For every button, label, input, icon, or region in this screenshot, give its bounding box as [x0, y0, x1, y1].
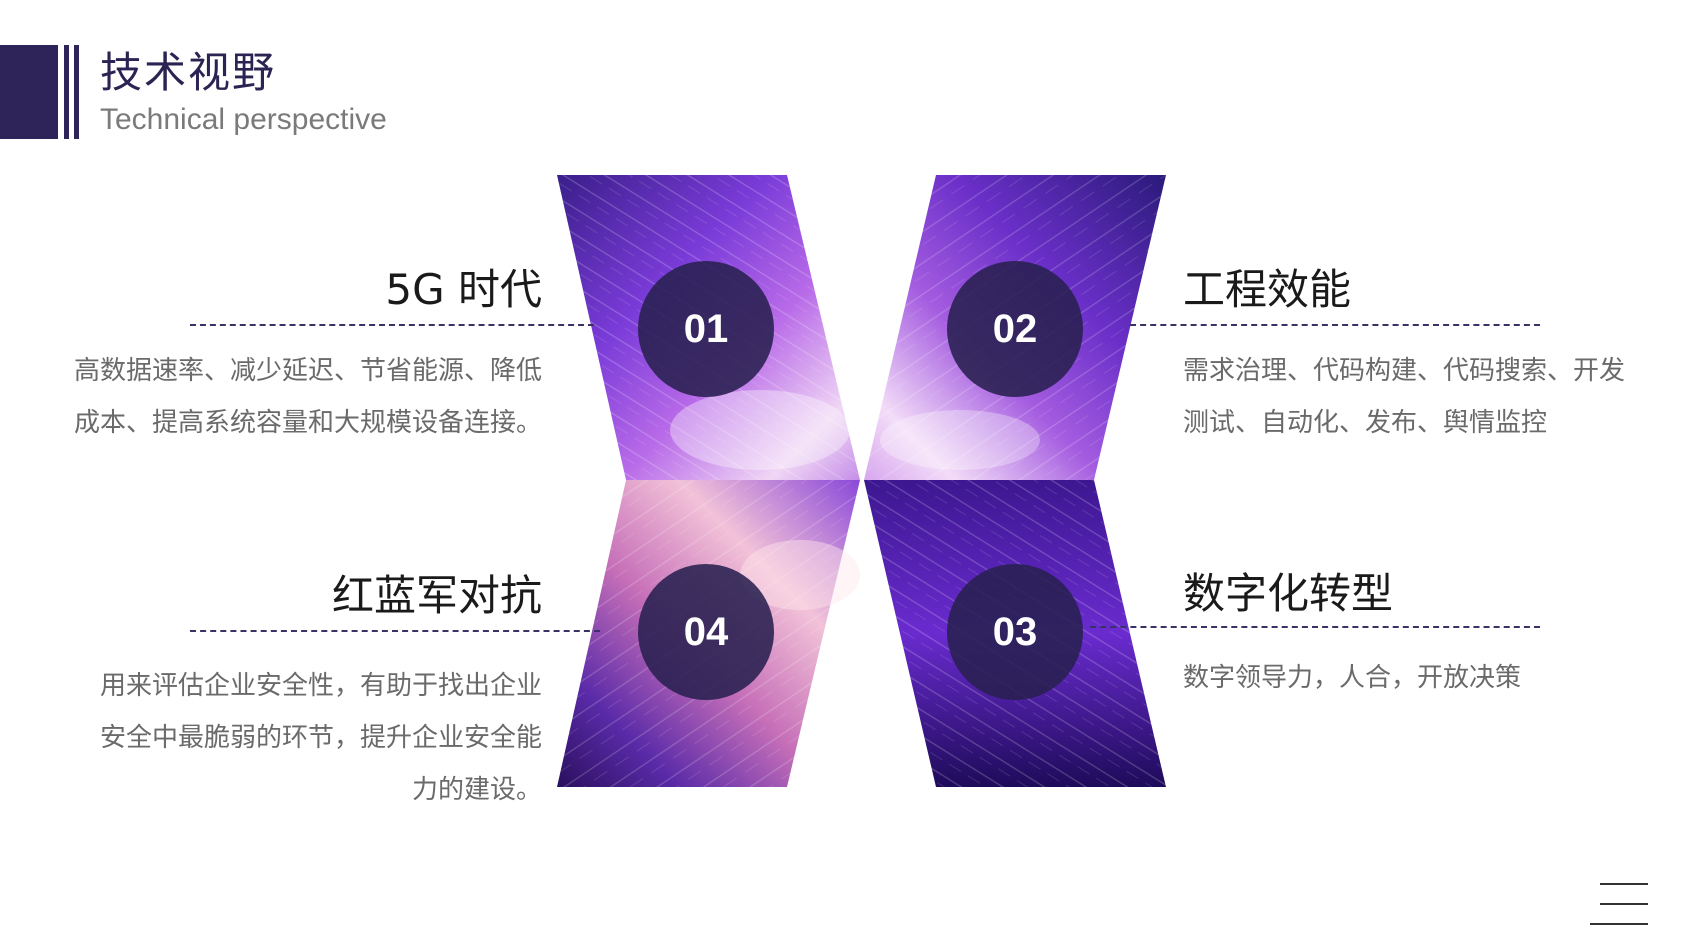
number-circle-03: 03	[947, 564, 1083, 700]
divider	[190, 324, 594, 326]
divider	[190, 630, 600, 632]
item-title-digital: 数字化转型	[1183, 569, 1394, 618]
number-circle-04: 04	[638, 564, 774, 700]
divider	[1090, 626, 1540, 628]
item-desc-redblue: 用来评估企业安全性，有助于找出企业 安全中最脆弱的环节，提升企业安全能 力的建设…	[99, 671, 542, 805]
divider	[1130, 324, 1540, 326]
item-desc-engineering: 需求治理、代码构建、代码搜索、开发 测试、自动化、发布、舆情监控	[1183, 356, 1626, 438]
number-circle-02: 02	[947, 261, 1083, 397]
item-title-5g: 5G 时代	[385, 265, 542, 314]
item-desc-digital: 数字领导力，人合，开放决策	[1183, 663, 1522, 693]
item-title-engineering: 工程效能	[1183, 265, 1352, 314]
number-circle-01: 01	[638, 261, 774, 397]
item-title-redblue: 红蓝军对抗	[331, 571, 542, 620]
menu-icon[interactable]	[1590, 883, 1648, 925]
item-desc-5g: 高数据速率、减少延迟、节省能源、降低 成本、提高系统容量和大规模设备连接。	[73, 356, 542, 438]
